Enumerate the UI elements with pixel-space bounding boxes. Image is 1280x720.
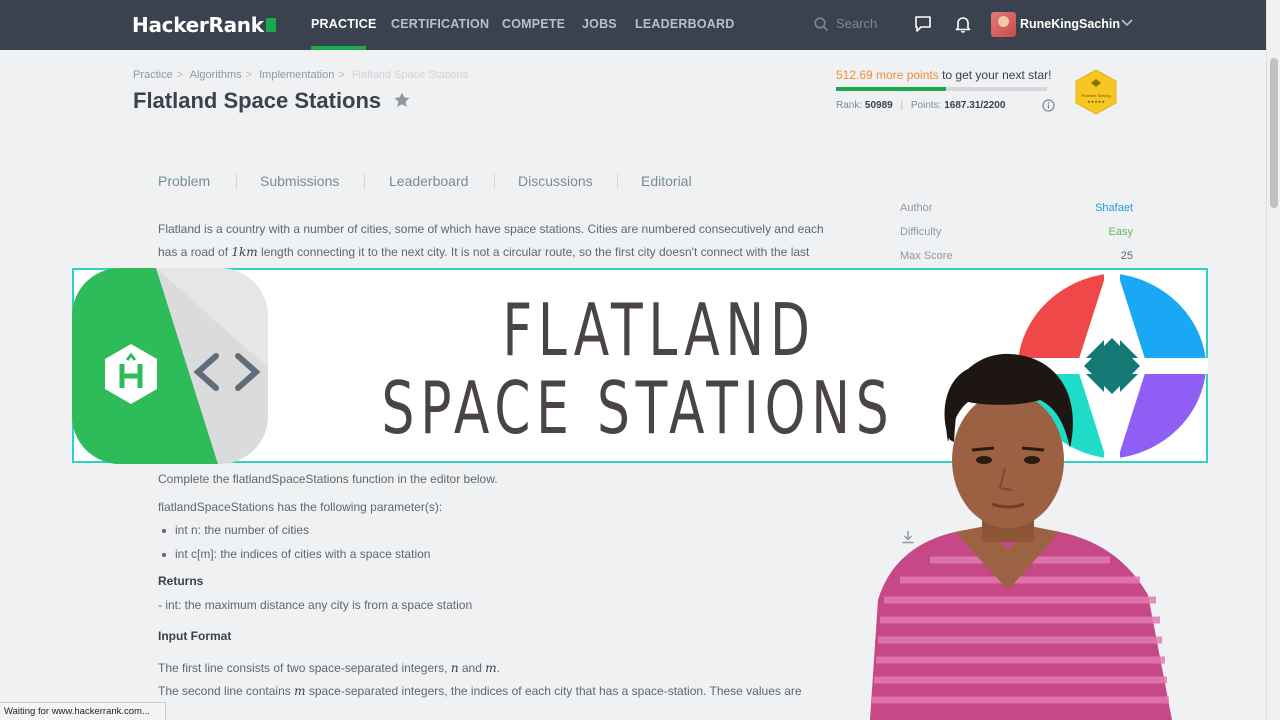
breadcrumb: Practice > Algorithms > Implementation > Fl… (133, 69, 472, 81)
bullet (162, 553, 166, 557)
search-placeholder: Search (836, 16, 878, 31)
points-label: Points: (910, 100, 942, 111)
text: has a road of (158, 245, 232, 259)
bullet (162, 529, 166, 533)
tab-problem[interactable]: Problem (158, 173, 210, 189)
info-icon[interactable] (1042, 99, 1055, 112)
tab-discussions[interactable]: Discussions (518, 173, 593, 189)
rank-points-line: Rank: 50989 | Points: 1687.31/2200 (836, 100, 1005, 111)
math-km: 1km (231, 245, 258, 259)
difficulty-value: Easy (1108, 226, 1133, 238)
bookmark-star-icon[interactable] (393, 91, 411, 109)
search-icon (814, 17, 829, 32)
browser-status-bar: Waiting for www.hackerrank.com... (0, 702, 166, 720)
hackerrank-code-logo-icon (72, 268, 268, 464)
nav-leaderboard[interactable]: LEADERBOARD (635, 17, 734, 31)
param-n: int n: the number of cities (175, 523, 310, 537)
page-scrollbar[interactable] (1266, 0, 1280, 720)
breadcrumb-separator-icon: > (338, 69, 345, 81)
top-navigation-bar: HackerRank PRACTICE CERTIFICATION COMPET… (0, 0, 1266, 50)
username[interactable]: RuneKingSachin (1020, 17, 1120, 31)
rank-label: Rank: (836, 100, 863, 111)
breadcrumb-separator-icon: > (176, 69, 184, 81)
hackerrank-logo[interactable]: HackerRank (132, 13, 276, 37)
chevron-down-icon[interactable] (1121, 19, 1133, 27)
text: space-separated integers, the indices of… (305, 684, 802, 698)
divider: | (900, 100, 904, 111)
params-intro: flatlandSpaceStations has the following … (158, 500, 443, 514)
tab-divider (494, 173, 495, 189)
badge-stars-icon: ★★★★★ (1087, 99, 1105, 104)
problem-statement-line-1: Flatland is a country with a number of c… (158, 222, 824, 236)
points-suffix: to get your next star! (938, 68, 1052, 82)
returns-heading: Returns (158, 574, 204, 588)
text: . (496, 661, 500, 675)
next-star-progress-text: 512.69 more points to get your next star… (836, 68, 1051, 82)
tab-submissions[interactable]: Submissions (260, 173, 339, 189)
breadcrumb-practice[interactable]: Practice (133, 69, 173, 81)
function-description: Complete the flatlandSpaceStations funct… (158, 472, 498, 486)
breadcrumb-current: Flatland Space Stations (351, 69, 469, 81)
nav-certification[interactable]: CERTIFICATION (391, 17, 489, 31)
text: length connecting it to the next city. I… (257, 245, 810, 259)
star-progress-fill (836, 87, 946, 91)
math-m: m (485, 661, 497, 675)
input-format-line-1: The first line consists of two space-sep… (158, 661, 500, 675)
difficulty-label: Difficulty (900, 226, 942, 238)
param-c: int c[m]: the indices of cities with a s… (175, 547, 431, 561)
text: The second line contains (158, 684, 295, 698)
author-label: Author (900, 202, 933, 214)
breadcrumb-implementation[interactable]: Implementation (259, 69, 334, 81)
problem-statement-line-2: has a road of 1km length connecting it t… (158, 245, 809, 259)
badge-label: Problem Solving (1081, 93, 1110, 98)
chat-icon[interactable] (914, 15, 932, 33)
avatar[interactable] (991, 12, 1016, 37)
tab-editorial[interactable]: Editorial (641, 173, 692, 189)
rank-value: 50989 (864, 100, 893, 111)
active-nav-indicator (311, 46, 366, 50)
page-title: Flatland Space Stations (133, 88, 382, 113)
notification-bell-icon[interactable] (954, 15, 972, 33)
logo-mark (265, 18, 276, 32)
tab-divider (617, 173, 618, 189)
points-needed: 512.69 more points (836, 68, 939, 82)
tab-divider (364, 173, 365, 189)
nav-compete[interactable]: COMPETE (502, 17, 565, 31)
math-n: n (450, 661, 459, 675)
breadcrumb-separator-icon: > (245, 69, 253, 81)
max-score-label: Max Score (900, 250, 953, 262)
star-progress-bar (836, 87, 1047, 91)
presenter-photo (870, 353, 1172, 720)
max-score-value: 25 (1120, 250, 1133, 262)
text: The first line consists of two space-sep… (158, 661, 451, 675)
points-value: 1687.31/2200 (944, 100, 1006, 111)
nav-practice[interactable]: PRACTICE (311, 17, 377, 31)
math-m: m (294, 684, 306, 698)
author-link[interactable]: Shafaet (1095, 202, 1133, 214)
text: and (458, 661, 486, 675)
scrollbar-thumb[interactable] (1270, 58, 1278, 208)
returns-text: - int: the maximum distance any city is … (158, 598, 473, 612)
input-format-line-2: The second line contains m space-separat… (158, 684, 802, 698)
breadcrumb-algorithms[interactable]: Algorithms (190, 69, 242, 81)
problem-solving-badge-icon[interactable]: Problem Solving★★★★★ (1073, 68, 1119, 116)
logo-text: HackerRank (132, 13, 264, 37)
input-format-heading: Input Format (158, 629, 232, 643)
nav-jobs[interactable]: JOBS (582, 17, 617, 31)
tab-divider (236, 173, 237, 189)
tab-leaderboard[interactable]: Leaderboard (389, 173, 468, 189)
